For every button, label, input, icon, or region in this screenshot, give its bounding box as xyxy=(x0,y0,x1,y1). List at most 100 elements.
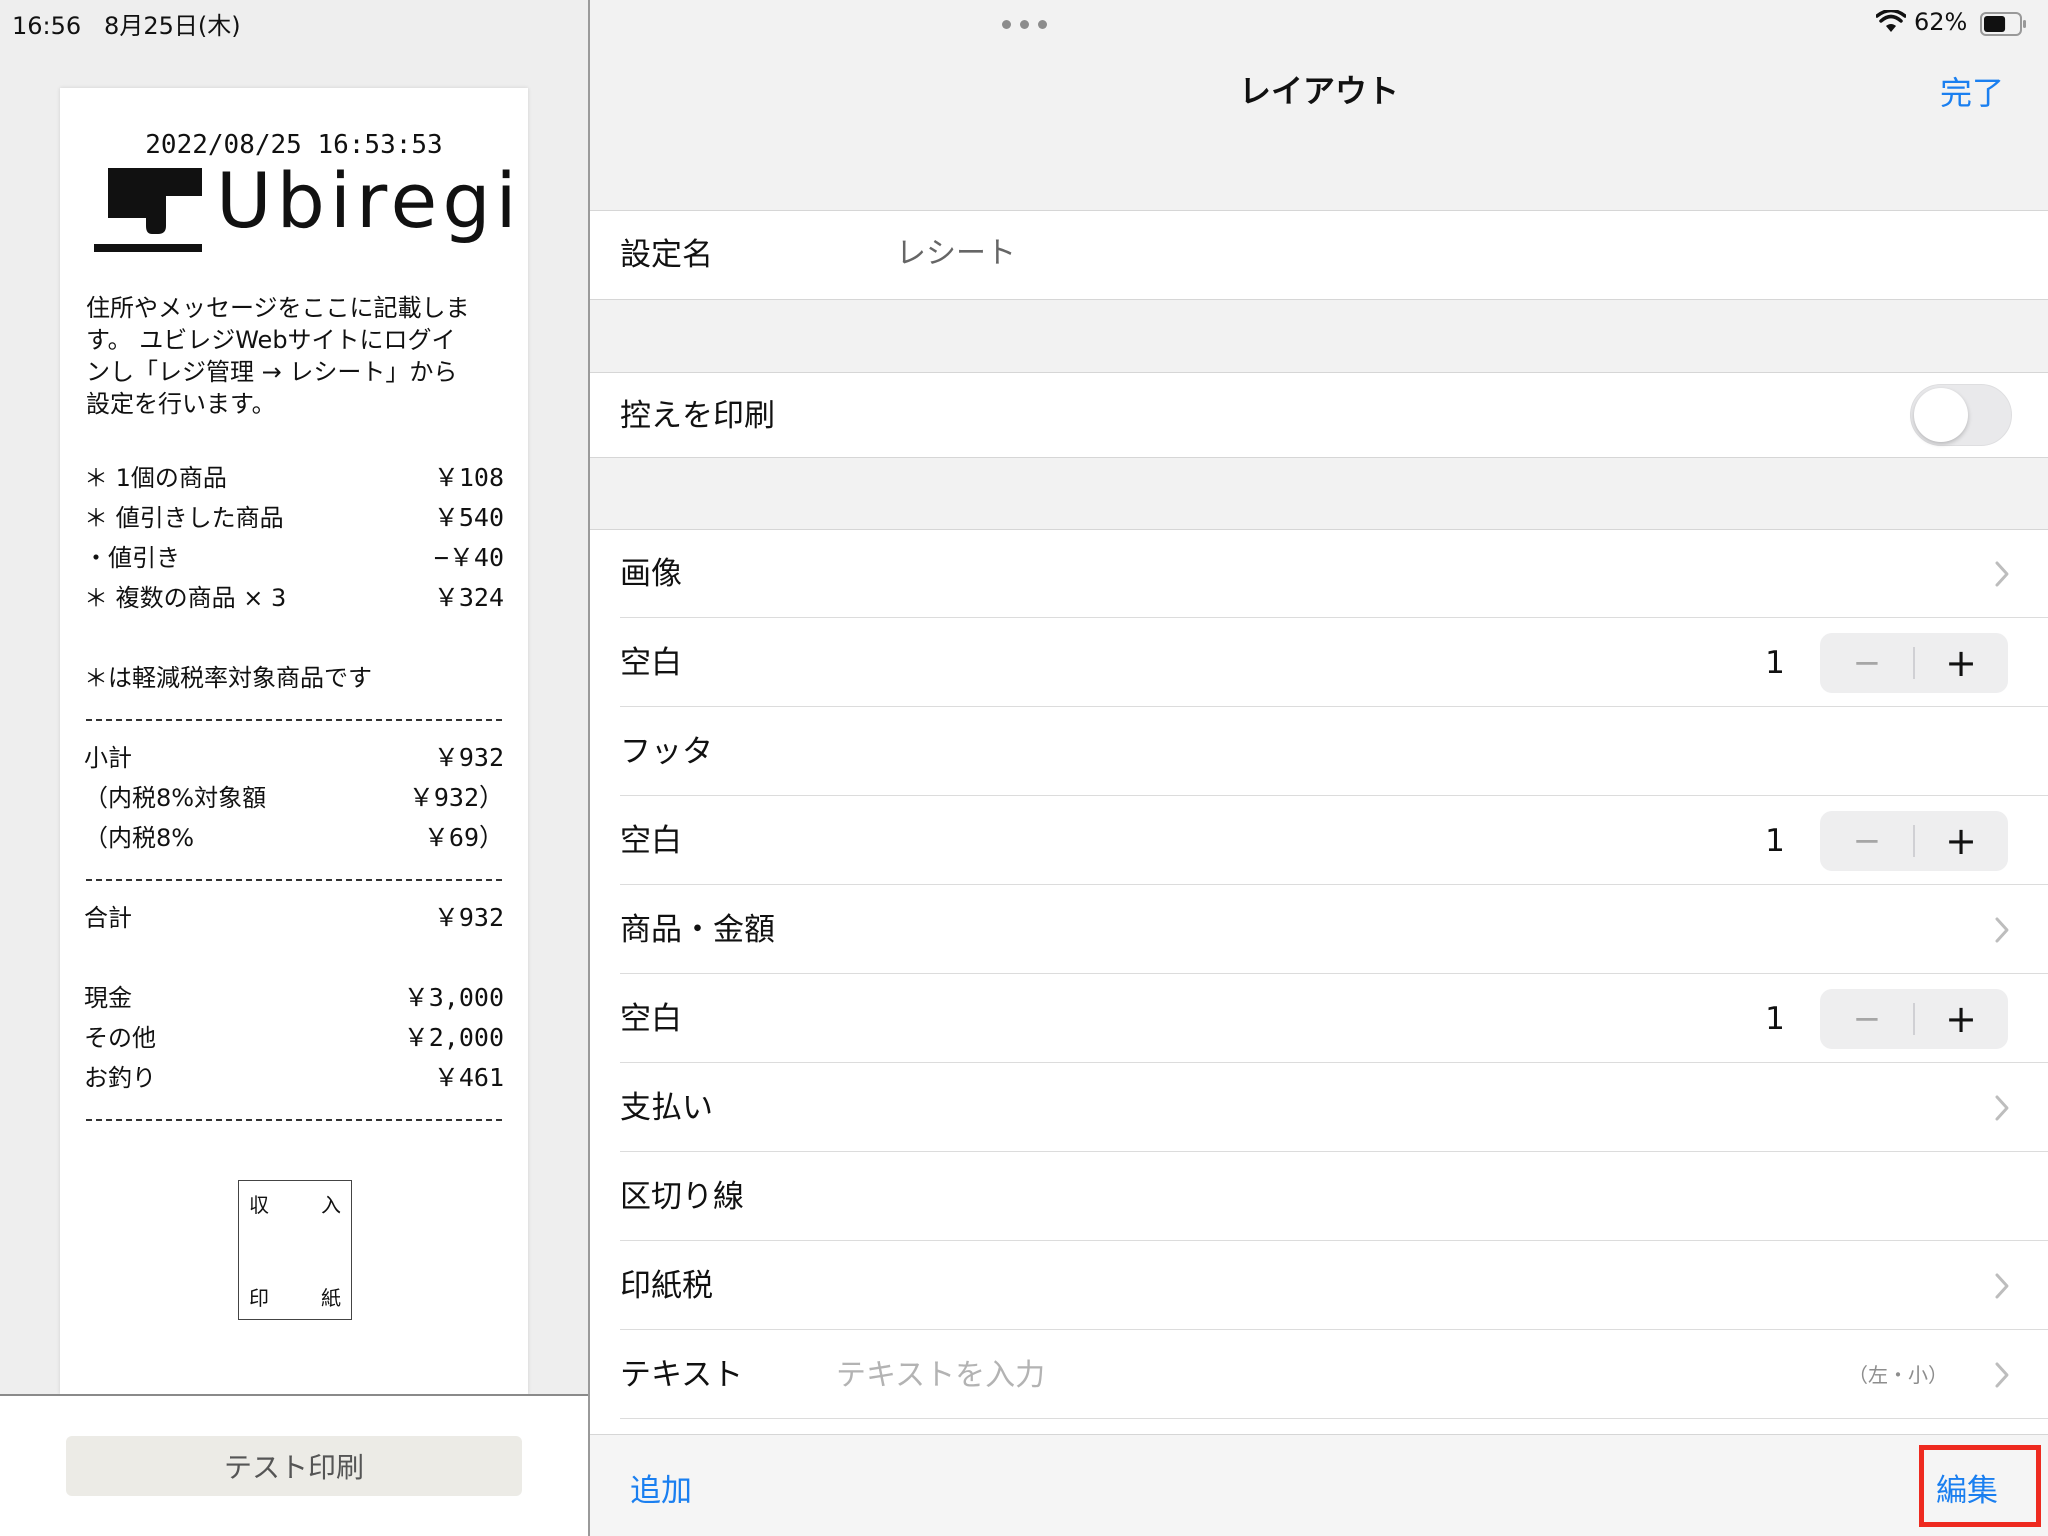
layout-row-label: 空白 xyxy=(620,1001,682,1037)
receipt-logo-text: Ubiregi xyxy=(216,156,522,245)
layout-row-label: 区切り線 xyxy=(620,1179,744,1215)
layout-row-label: 画像 xyxy=(620,556,682,592)
receipt-divider xyxy=(86,719,502,721)
layout-row-payments[interactable]: 支払い xyxy=(590,1064,2048,1152)
layout-settings-pane: 62% レイアウト 完了 設定名 レシート 控えを印刷 画像 空白 1 − + … xyxy=(590,0,2048,1536)
receipt-subtotal-label: （内税8% xyxy=(84,824,195,852)
revenue-stamp-box: 収 入 印 紙 xyxy=(238,1180,352,1320)
receipt-subtotal-value: ￥932 xyxy=(433,743,504,772)
receipt-payment-row: その他 ￥2,000 xyxy=(84,1018,504,1054)
receipt-payment-row: お釣り ￥461 xyxy=(84,1058,504,1094)
page-title: レイアウト xyxy=(1238,72,1399,110)
edit-button-highlight xyxy=(1919,1445,2041,1527)
receipt-item-label: ＊ 値引きした商品 xyxy=(84,504,284,532)
stepper-plus-button[interactable]: + xyxy=(1914,633,2008,693)
receipt-divider xyxy=(86,1119,502,1121)
layout-row-image[interactable]: 画像 xyxy=(590,530,2048,618)
receipt-item-row: ・値引き −￥40 xyxy=(84,538,504,574)
print-copy-toggle[interactable] xyxy=(1910,384,2012,446)
receipt-item-label: ＊ 1個の商品 xyxy=(84,464,227,492)
chevron-right-icon xyxy=(1995,917,2009,943)
receipt-message-line: ンし「レジ管理 → レシート」から xyxy=(86,358,458,386)
receipt-payment-label: 現金 xyxy=(84,984,132,1012)
setting-name-cell[interactable]: 設定名 レシート xyxy=(590,211,2048,299)
blank-count: 1 xyxy=(1765,1001,1785,1037)
receipt-item-price: −￥40 xyxy=(433,543,504,572)
layout-row-label: テキスト xyxy=(620,1357,744,1393)
receipt-item-row: ＊ 複数の商品 × 3 ￥324 xyxy=(84,578,504,614)
receipt-item-price: ￥540 xyxy=(433,503,504,532)
layout-row-text[interactable]: テキスト （左・小） xyxy=(590,1331,2048,1419)
toggle-knob xyxy=(1914,388,1968,442)
receipt-payment-label: その他 xyxy=(84,1024,156,1052)
receipt-payment-label: お釣り xyxy=(84,1064,156,1092)
blank-count: 1 xyxy=(1765,823,1785,859)
blank-stepper: − + xyxy=(1820,989,2008,1049)
receipt-subtotal-row: （内税8%対象額 ￥932） xyxy=(84,778,504,814)
setting-name-value[interactable]: レシート xyxy=(896,211,1016,297)
receipt-payment-value: ￥461 xyxy=(433,1063,504,1092)
layout-row-blank: 空白 1 − + xyxy=(590,619,2048,707)
layout-rows-group: 画像 空白 1 − + フッタ 空白 1 − + 商品・金額 空白 1 − + … xyxy=(590,529,2048,1434)
stamp-char: 紙 xyxy=(321,1286,341,1310)
receipt-logo: Ubiregi xyxy=(94,156,517,256)
receipt-subtotal-row: 小計 ￥932 xyxy=(84,738,504,774)
receipt-message-line: 住所やメッセージをここに記載しま xyxy=(86,294,470,322)
receipt-subtotal-label: 小計 xyxy=(84,744,132,772)
setting-name-label: 設定名 xyxy=(620,237,713,273)
layout-row-blank: 空白 1 − + xyxy=(590,975,2048,1063)
receipt-subtotal-row: （内税8% ￥69） xyxy=(84,818,504,854)
add-button[interactable]: 追加 xyxy=(630,1465,692,1510)
stepper-minus-button[interactable]: − xyxy=(1820,633,1914,693)
status-time-date: 16:56 8月25日(木) xyxy=(12,12,241,40)
stamp-char: 収 xyxy=(249,1193,269,1217)
stepper-minus-button[interactable]: − xyxy=(1820,989,1914,1049)
receipt-subtotal-value: ￥69） xyxy=(423,823,504,852)
chevron-right-icon xyxy=(1995,1095,2009,1121)
receipt-item-row: ＊ 値引きした商品 ￥540 xyxy=(84,498,504,534)
stamp-char: 印 xyxy=(249,1286,269,1310)
stepper-minus-button[interactable]: − xyxy=(1820,811,1914,871)
receipt-item-row: ＊ 1個の商品 ￥108 xyxy=(84,458,504,494)
stepper-plus-button[interactable]: + xyxy=(1914,811,2008,871)
receipt-item-price: ￥324 xyxy=(433,583,504,612)
layout-row-label: 空白 xyxy=(620,823,682,859)
layout-row-label: 印紙税 xyxy=(620,1268,713,1304)
chevron-right-icon xyxy=(1995,1273,2009,1299)
receipt-payment-value: ￥2,000 xyxy=(403,1023,504,1052)
layout-row-blank: 空白 1 − + xyxy=(590,797,2048,885)
receipt-message: 住所やメッセージをここに記載しま す。 ユビレジWebサイトにログイ ンし「レジ… xyxy=(86,292,506,420)
text-input[interactable] xyxy=(836,1351,1476,1399)
layout-row-divider-line[interactable]: 区切り線 xyxy=(590,1153,2048,1241)
ubiregi-logo-mark xyxy=(94,168,202,252)
print-copy-label: 控えを印刷 xyxy=(620,398,775,434)
layout-row-label: フッタ xyxy=(620,734,713,770)
battery-percent: 62% xyxy=(1914,8,1968,36)
receipt-subtotal-label: （内税8%対象額 xyxy=(84,784,267,812)
print-copy-cell: 控えを印刷 xyxy=(590,372,2048,460)
done-button[interactable]: 完了 xyxy=(1940,68,2004,114)
receipt-payment-value: ￥3,000 xyxy=(403,983,504,1012)
layout-row-items-amounts[interactable]: 商品・金額 xyxy=(590,886,2048,974)
receipt-preview-pane: 16:56 8月25日(木) 2022/08/25 16:53:53 Ubire… xyxy=(0,0,588,1536)
receipt-divider xyxy=(86,879,502,881)
layout-row-footer[interactable]: フッタ xyxy=(590,708,2048,796)
print-copy-group: 控えを印刷 xyxy=(590,372,2048,458)
receipt-item-label: ・値引き xyxy=(84,544,180,572)
multitasking-dots-icon[interactable] xyxy=(1002,20,1048,30)
text-style-meta: （左・小） xyxy=(1848,1363,1948,1387)
stepper-plus-button[interactable]: + xyxy=(1914,989,2008,1049)
test-print-button[interactable]: テスト印刷 xyxy=(66,1436,522,1496)
receipt-item-price: ￥108 xyxy=(433,463,504,492)
receipt-subtotal-value: ￥932） xyxy=(408,783,504,812)
layout-row-label: 商品・金額 xyxy=(620,912,775,948)
status-indicators: 62% xyxy=(1876,4,2036,40)
receipt-item-label: ＊ 複数の商品 × 3 xyxy=(84,584,287,612)
receipt-total-label: 合計 xyxy=(84,904,132,932)
layout-row-label: 支払い xyxy=(620,1090,713,1126)
receipt-total-value: ￥932 xyxy=(433,903,504,932)
layout-row-stamp-tax[interactable]: 印紙税 xyxy=(590,1242,2048,1330)
preview-bottom-bar: テスト印刷 xyxy=(0,1396,588,1536)
blank-stepper: − + xyxy=(1820,633,2008,693)
receipt-tax-note: ＊は軽減税率対象商品です xyxy=(84,664,372,692)
